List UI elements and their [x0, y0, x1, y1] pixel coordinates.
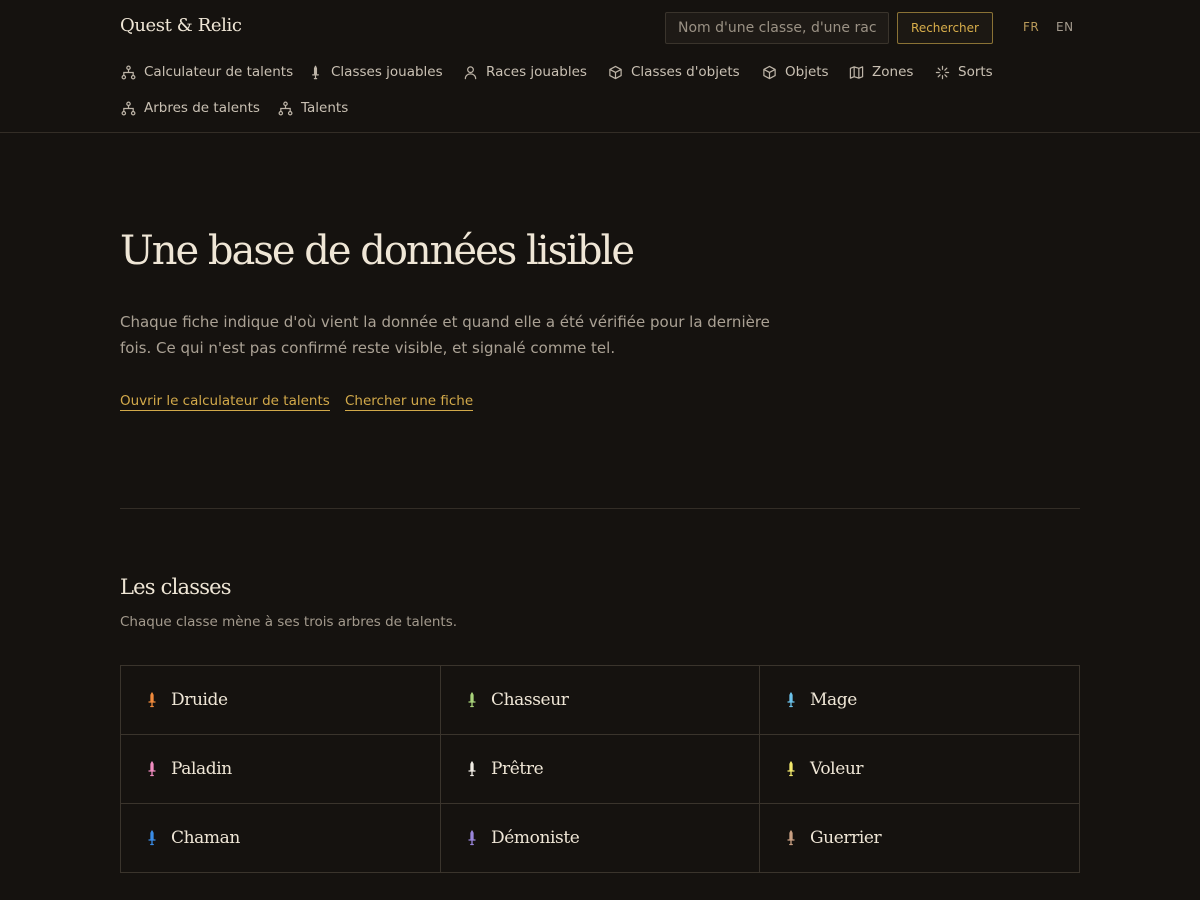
search-button[interactable]: Rechercher — [897, 12, 993, 44]
class-card-paladin[interactable]: Paladin — [121, 735, 441, 804]
person-icon — [462, 64, 478, 80]
class-name: Paladin — [171, 759, 232, 779]
class-name: Prêtre — [491, 759, 544, 779]
class-card-chaman[interactable]: Chaman — [121, 804, 441, 872]
site-logo[interactable]: Quest & Relic — [120, 15, 242, 36]
class-name: Mage — [810, 690, 857, 710]
sword-icon — [465, 830, 479, 846]
class-card-voleur[interactable]: Voleur — [760, 735, 1079, 804]
nav-item-label: Objets — [785, 64, 829, 80]
nav-item-talent-calculator[interactable]: Calculateur de talents — [120, 62, 293, 82]
nav-item-item-classes[interactable]: Classes d'objets — [607, 62, 740, 82]
class-card-demoniste[interactable]: Démoniste — [441, 804, 760, 872]
class-card-pretre[interactable]: Prêtre — [441, 735, 760, 804]
nav-item-spells[interactable]: Sorts — [934, 62, 993, 82]
class-name: Druide — [171, 690, 228, 710]
class-card-druide[interactable]: Druide — [121, 666, 441, 735]
sword-icon — [307, 64, 323, 80]
nav-item-label: Calculateur de talents — [144, 64, 294, 80]
sword-icon — [465, 761, 479, 777]
map-icon — [848, 64, 864, 80]
sword-icon — [784, 692, 798, 708]
sword-icon — [784, 761, 798, 777]
site-header: Quest & Relic Rechercher FR EN Calculate… — [0, 0, 1200, 133]
class-grid: Druide Chasseur Mage Paladin Prêtre Vole… — [120, 665, 1080, 873]
sword-icon — [145, 692, 159, 708]
hero-description: Chaque fiche indique d'où vient la donné… — [120, 313, 770, 357]
nav-item-label: Zones — [872, 64, 914, 80]
sword-icon — [784, 830, 798, 846]
page-title: Une base de données lisible — [120, 228, 635, 274]
section-subtitle: Chaque classe mène à ses trois arbres de… — [120, 614, 458, 630]
nav-item-label: Talents — [301, 100, 349, 116]
nav-item-items[interactable]: Objets — [761, 62, 829, 82]
class-card-chasseur[interactable]: Chasseur — [441, 666, 760, 735]
sword-icon — [145, 830, 159, 846]
nav-item-label: Classes d'objets — [631, 64, 740, 80]
nav-item-talent-trees[interactable]: Arbres de talents — [120, 98, 260, 118]
search-record-link[interactable]: Chercher une fiche — [345, 393, 474, 411]
talent-tree-icon — [120, 64, 136, 80]
class-name: Chasseur — [491, 690, 569, 710]
language-en-link[interactable]: EN — [1056, 20, 1074, 34]
section-divider — [120, 508, 1080, 509]
nav-item-zones[interactable]: Zones — [848, 62, 913, 82]
talent-tree-icon — [120, 100, 136, 116]
cube-icon — [761, 64, 777, 80]
section-title: Les classes — [120, 575, 232, 599]
class-card-guerrier[interactable]: Guerrier — [760, 804, 1079, 872]
language-fr-link[interactable]: FR — [1023, 20, 1039, 34]
nav-item-label: Sorts — [958, 64, 993, 80]
nav-item-label: Arbres de talents — [144, 100, 260, 116]
class-name: Démoniste — [491, 828, 580, 848]
talent-tree-icon — [277, 100, 293, 116]
class-name: Chaman — [171, 828, 240, 848]
class-name: Voleur — [810, 759, 864, 779]
nav-item-playable-classes[interactable]: Classes jouables — [307, 62, 443, 82]
class-card-mage[interactable]: Mage — [760, 666, 1079, 735]
sparkle-icon — [934, 64, 950, 80]
open-talent-calculator-link[interactable]: Ouvrir le calculateur de talents — [120, 393, 330, 411]
nav-item-label: Classes jouables — [331, 64, 443, 80]
nav-item-talents[interactable]: Talents — [277, 98, 348, 118]
sword-icon — [465, 692, 479, 708]
nav-item-label: Races jouables — [486, 64, 587, 80]
search-input[interactable] — [665, 12, 889, 44]
class-name: Guerrier — [810, 828, 882, 848]
sword-icon — [145, 761, 159, 777]
cube-icon — [607, 64, 623, 80]
nav-item-playable-races[interactable]: Races jouables — [462, 62, 587, 82]
